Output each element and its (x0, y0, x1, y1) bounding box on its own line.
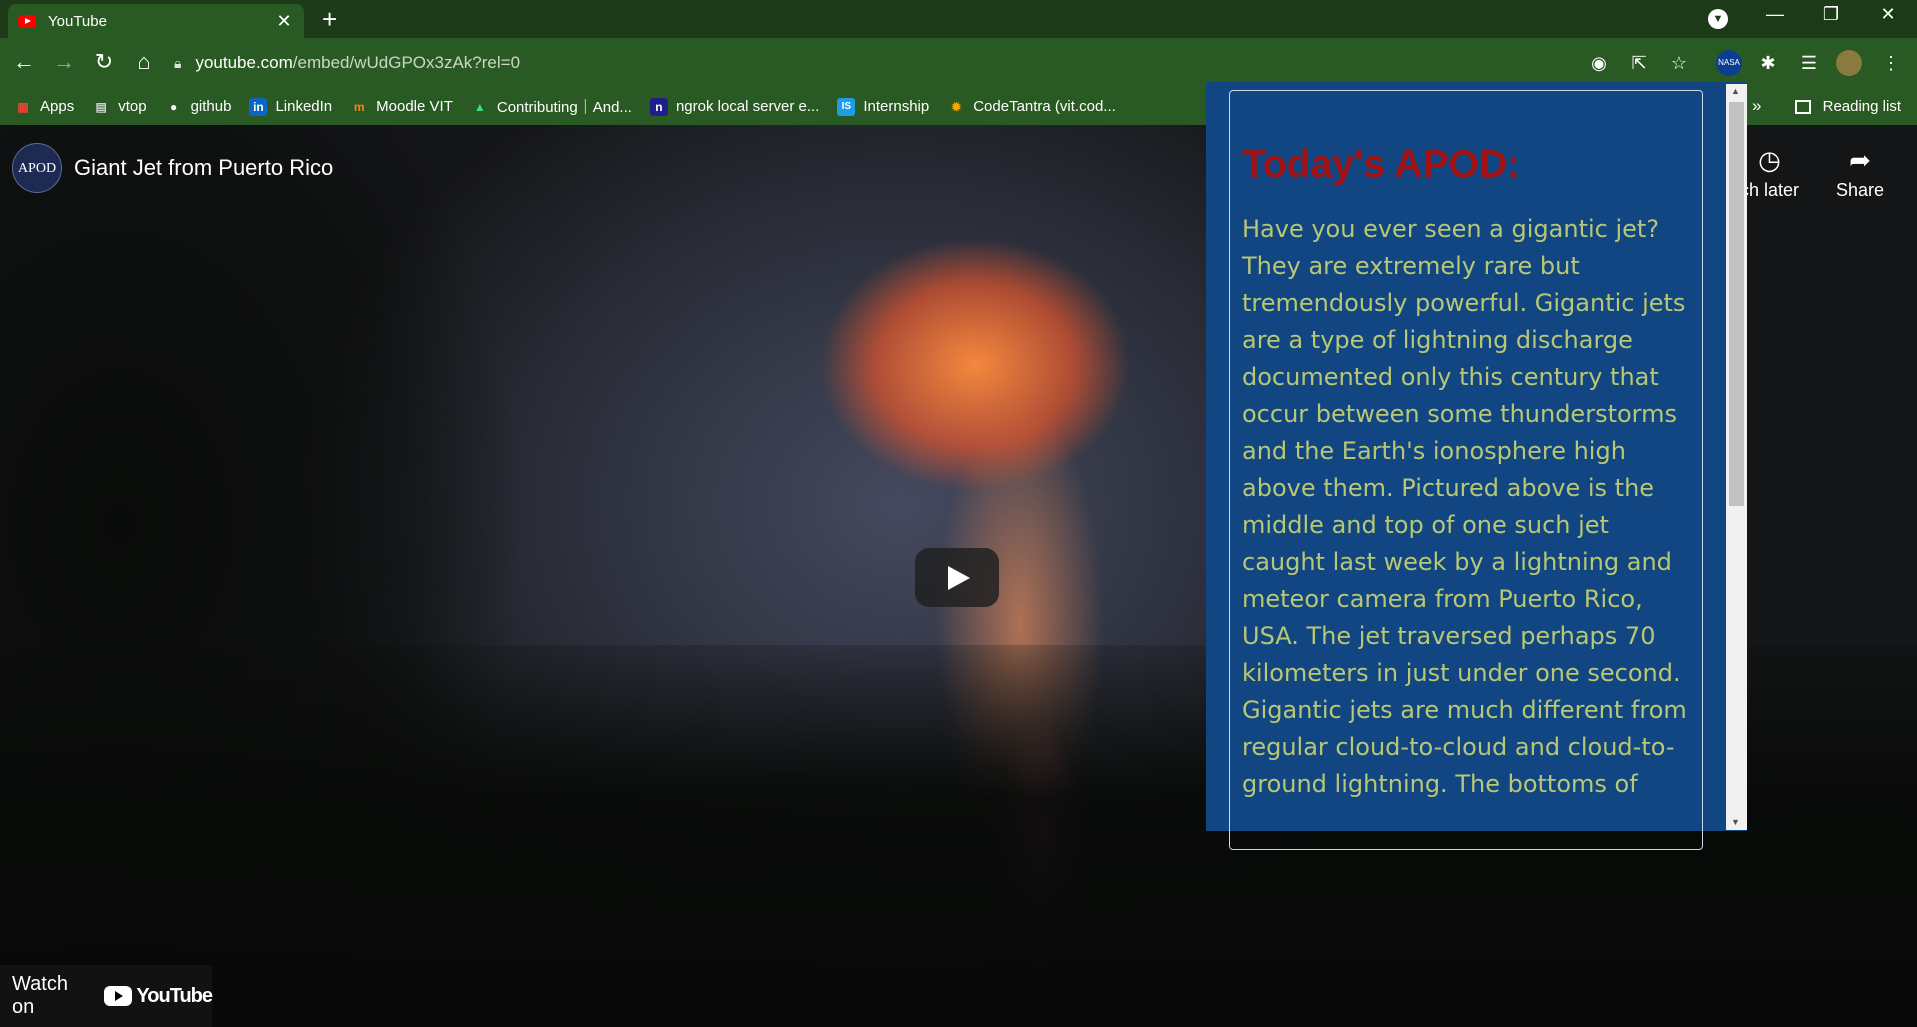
tab-strip: YouTube ✕ + ▼ — ❐ ✕ (0, 0, 1917, 38)
watch-on-label: Watch on (12, 973, 68, 1018)
bookmark-apps[interactable]: ▦ Apps (14, 98, 74, 116)
channel-avatar[interactable]: APOD (12, 143, 62, 193)
apod-description: Have you ever seen a gigantic jet? They … (1242, 215, 1687, 798)
bookmark-github[interactable]: ● github (165, 98, 232, 116)
tab-youtube[interactable]: YouTube ✕ (8, 4, 304, 38)
video-title[interactable]: Giant Jet from Puerto Rico (74, 155, 333, 181)
bookmark-linkedin[interactable]: in LinkedIn (249, 97, 333, 116)
youtube-wordmark: YouTube (136, 984, 213, 1007)
play-button[interactable] (915, 548, 999, 607)
browser-toolbar: ← → ↻ ⌂ 🔒︎ youtube.com/embed/wUdGPOx3zAk… (0, 38, 1917, 88)
bookmark-moodle[interactable]: m Moodle VIT (350, 98, 453, 116)
youtube-favicon-icon (18, 14, 36, 28)
bookmark-label: vtop (118, 98, 147, 115)
lock-icon[interactable]: 🔒︎ (174, 55, 181, 72)
tab-search-icon[interactable]: ▼ (1708, 9, 1728, 29)
bookmark-label: Apps (40, 98, 75, 115)
url-domain: youtube.com (195, 53, 293, 72)
share-arrow-icon: ➦ (1849, 145, 1871, 175)
open-in-app-icon[interactable]: ⇱ (1626, 50, 1652, 76)
watch-on-youtube-button[interactable]: Watch on YouTube (0, 965, 213, 1027)
bookmark-star-icon[interactable]: ☆ (1666, 50, 1692, 76)
vtop-icon: ▤ (95, 99, 107, 114)
bookmarks-overflow-chevron-icon[interactable]: » (1752, 96, 1761, 116)
bookmark-ngrok[interactable]: n ngrok local server e... (649, 97, 820, 116)
nasa-apod-extension-icon[interactable]: NASA (1716, 50, 1742, 76)
popup-content-frame: Today's APOD: Have you ever seen a gigan… (1229, 90, 1703, 850)
scroll-down-arrow-icon[interactable]: ▼ (1731, 817, 1740, 827)
scroll-up-arrow-icon[interactable]: ▲ (1731, 86, 1740, 96)
bookmark-label: ngrok local server e... (675, 98, 820, 115)
restore-button[interactable]: ❐ (1816, 4, 1846, 25)
share-label: Share (1836, 180, 1885, 200)
media-control-icon[interactable]: ☰ (1796, 50, 1822, 76)
moodle-icon: m (353, 99, 365, 114)
bookmark-contributing[interactable]: ▲ Contributing｜And... (471, 96, 632, 117)
tab-close-icon[interactable]: ✕ (274, 11, 294, 32)
bookmark-label: LinkedIn (275, 98, 333, 115)
reload-button[interactable]: ↻ (90, 48, 118, 76)
popup-heading: Today's APOD: (1242, 143, 1520, 186)
scrollbar-thumb[interactable] (1729, 102, 1744, 506)
linkedin-icon: in (249, 97, 268, 116)
bookmark-internship[interactable]: IS Internship (837, 97, 930, 116)
home-button[interactable]: ⌂ (130, 48, 158, 76)
url-path: /embed/wUdGPOx3zAk?rel=0 (292, 53, 521, 72)
watch-later-button[interactable]: ◷ ch later (1740, 145, 1799, 201)
clock-icon: ◷ (1758, 145, 1781, 175)
bookmark-label: github (190, 98, 232, 115)
youtube-play-icon (104, 986, 133, 1006)
minimize-button[interactable]: — (1760, 4, 1790, 25)
internship-icon: IS (837, 97, 856, 116)
apps-grid-icon: ▦ (17, 99, 29, 114)
forward-button[interactable]: → (50, 48, 78, 76)
ngrok-icon: n (649, 97, 668, 116)
new-tab-button[interactable]: + (322, 6, 337, 32)
chrome-menu-icon[interactable]: ⋮ (1878, 50, 1904, 76)
extensions-puzzle-icon[interactable]: ✱ (1755, 50, 1781, 76)
profile-avatar[interactable] (1836, 50, 1862, 76)
back-button[interactable]: ← (10, 48, 38, 76)
tab-title: YouTube (48, 12, 107, 30)
share-button[interactable]: ➦ Share (1836, 145, 1884, 201)
bookmark-label: Contributing｜And... (496, 99, 632, 116)
reading-list-button[interactable]: Reading list (1794, 88, 1901, 125)
android-icon: ▲ (473, 99, 486, 114)
reading-list-icon (1794, 99, 1811, 114)
bookmark-codetantra[interactable]: ✹ CodeTantra (vit.cod... (947, 98, 1116, 116)
watch-later-label: ch later (1740, 180, 1800, 200)
cookies-blocked-icon[interactable]: ◉ (1586, 50, 1612, 76)
bookmark-label: Moodle VIT (376, 98, 453, 115)
window-close-button[interactable]: ✕ (1873, 4, 1903, 25)
reading-list-label: Reading list (1822, 98, 1901, 115)
url-text[interactable]: youtube.com/embed/wUdGPOx3zAk?rel=0 (195, 53, 520, 73)
codetantra-icon: ✹ (951, 99, 962, 114)
apod-extension-popup[interactable]: Today's APOD: Have you ever seen a gigan… (1206, 82, 1747, 850)
bookmark-label: CodeTantra (vit.cod... (973, 98, 1116, 115)
bookmark-label: Internship (863, 98, 930, 115)
github-icon: ● (169, 99, 178, 114)
bookmark-vtop[interactable]: ▤ vtop (92, 98, 147, 116)
popup-scrollbar[interactable]: ▲ ▼ (1726, 84, 1747, 830)
address-bar[interactable]: 🔒︎ youtube.com/embed/wUdGPOx3zAk?rel=0 (174, 45, 1234, 81)
youtube-logo: YouTube (104, 984, 213, 1008)
